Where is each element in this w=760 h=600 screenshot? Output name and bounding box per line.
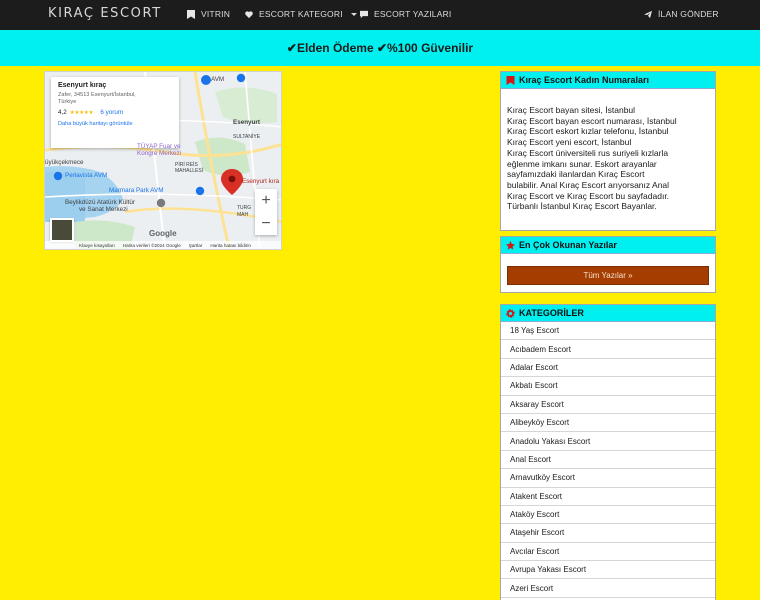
category-item[interactable]: Acıbadem Escort (501, 340, 715, 359)
map-label-pin: Esenyurt kıra (242, 178, 280, 185)
text-line: Kıraç Escort yeni escort, İstanbul (507, 137, 632, 148)
category-item[interactable]: 18 Yaş Escort (501, 322, 715, 341)
map-label-beylikduzu: Beylikdüzü Atatürk Kültür (65, 199, 136, 206)
category-item[interactable]: Aksaray Escort (501, 396, 715, 414)
widget-header: KATEGORİLER (501, 305, 715, 322)
place-info-card: Esenyurt kıraç Zafer, 34513 Esenyurt/İst… (51, 77, 179, 148)
widget-body: Kıraç Escort bayan sitesi, İstanbul Kıra… (501, 89, 715, 212)
map-label-tuyap: TÜYAP Fuar ve (137, 143, 181, 150)
rating-value: 4,2 (58, 109, 67, 116)
nav-item-label: ESCORT KATEGORI (259, 9, 343, 19)
text-line: Kıraç Escort bayan escort numarası, İsta… (507, 115, 677, 126)
category-item[interactable]: Arnavutköy Escort (501, 469, 715, 488)
category-item[interactable]: Ataköy Escort (501, 506, 715, 525)
top-navbar: KIRAÇ ESCORT VITRIN ESCORT KATEGORI ESCO… (0, 0, 760, 30)
place-address-line2: Türkiye (58, 99, 77, 105)
text-line: Kıraç Escort ve Kıraç Escort bu sayfadad… (507, 190, 670, 201)
map-label-buyukcekmece: üyükçekmece (45, 159, 84, 166)
widget-title: KATEGORİLER (519, 308, 584, 318)
map-label-avm: AVM (211, 76, 225, 83)
nav-item-label: ESCORT YAZILARI (374, 9, 452, 19)
widget-title: Kıraç Escort Kadın Numaraları (519, 75, 650, 85)
report-error-link[interactable]: Harita hatası bildirin (210, 243, 251, 248)
nav-item-escort-kategori[interactable]: ESCORT KATEGORI (244, 9, 357, 19)
categories-widget: KATEGORİLER 18 Yaş Escort Acıbadem Escor… (500, 304, 716, 600)
star-rating-icon: ★★★★★ (69, 109, 94, 116)
map-label-mahallesi: MAHALLESİ (175, 168, 204, 174)
star-icon (506, 240, 515, 250)
map-label-turg: TURG (237, 205, 252, 211)
category-item[interactable]: Alibeyköy Escort (501, 414, 715, 433)
text-line: eğlenme imkanı sunar. Eskort arayanlar (507, 158, 657, 169)
category-item[interactable]: Avrupa Yakası Escort (501, 561, 715, 580)
zoom-in-button[interactable]: + (261, 192, 270, 208)
heart-icon (244, 9, 253, 19)
map-attribution-bar: Klavye kısayolları Harita verileri ©2024… (45, 241, 281, 249)
category-item[interactable]: Azeri Escort (501, 579, 715, 598)
category-list: 18 Yaş Escort Acıbadem Escort Adalar Esc… (501, 322, 715, 598)
category-item[interactable]: Anadolu Yakası Escort (501, 432, 715, 451)
comment-icon (359, 9, 368, 19)
map-label-esenyurt: Esenyurt (233, 119, 260, 126)
bigger-map-link[interactable]: Daha büyük haritayı görüntüle (58, 121, 172, 127)
terms-link[interactable]: Şartlar (189, 243, 203, 248)
all-posts-button[interactable]: Tüm Yazılar » (507, 266, 709, 285)
widget-header: Kıraç Escort Kadın Numaraları (501, 72, 715, 89)
google-logo: Google (149, 229, 177, 238)
category-item[interactable]: Akbatı Escort (501, 377, 715, 396)
widget-header: En Çok Okunan Yazılar (501, 237, 715, 254)
street-view-thumbnail[interactable] (50, 218, 74, 242)
text-line: Türbanlı İstanbul Kıraç Escort Bayanlar. (507, 201, 657, 212)
numbers-widget: Kıraç Escort Kadın Numaraları Kıraç Esco… (500, 71, 716, 231)
place-rating-row: 4,2 ★★★★★ 6 yorum (58, 109, 172, 116)
nav-item-escort-yazilari[interactable]: ESCORT YAZILARI (359, 9, 451, 19)
map-label-marmara: Marmara Park AVM (109, 187, 164, 194)
map-label-kongre: Kongre Merkezi (137, 150, 182, 157)
category-item[interactable]: Anal Escort (501, 451, 715, 470)
category-item[interactable]: Ataşehir Escort (501, 524, 715, 543)
text-line: bulabilir. Anal Kıraç Escort arıyorsanız… (507, 179, 670, 190)
category-item[interactable]: Atakent Escort (501, 488, 715, 506)
popular-posts-widget: En Çok Okunan Yazılar Tüm Yazılar » (500, 236, 716, 293)
chevron-down-icon (350, 12, 357, 16)
category-item[interactable]: Adalar Escort (501, 359, 715, 378)
category-item[interactable]: Avcılar Escort (501, 543, 715, 562)
place-title: Esenyurt kıraç (58, 82, 107, 89)
map-label-perlavista: Perlavista AVM (65, 172, 108, 179)
nav-item-label: VITRIN (201, 9, 231, 19)
reviews-link[interactable]: 6 yorum (100, 109, 123, 116)
site-brand[interactable]: KIRAÇ ESCORT (48, 6, 162, 21)
keyboard-shortcuts-link[interactable]: Klavye kısayolları (79, 243, 115, 248)
trust-banner: ✔Elden Ödeme ✔%100 Güvenilir (0, 30, 760, 66)
text-line: Kıraç Escort bayan sitesi, İstanbul (507, 105, 636, 115)
bookmark-icon (506, 75, 515, 85)
paper-plane-icon (643, 9, 652, 19)
text-line: Kıraç Escort üniversiteli rus suriyeli k… (507, 147, 669, 158)
nav-item-vitrin[interactable]: VITRIN (186, 9, 230, 19)
place-address-line1: Zafer, 34513 Esenyurt/İstanbul, (58, 92, 136, 98)
widget-title: En Çok Okunan Yazılar (519, 240, 617, 250)
nav-item-ilan-gonder[interactable]: İLAN GÖNDER (643, 9, 719, 19)
bookmark-icon (186, 9, 195, 19)
map-label-sanat: ve Sanat Merkezi (79, 206, 128, 213)
zoom-controls: + − (255, 189, 277, 235)
zoom-out-button[interactable]: − (261, 215, 270, 231)
map-label-mah: MAH (237, 212, 249, 218)
text-line: Kıraç Escort eskort kızlar telefonu, İst… (507, 126, 669, 137)
text-line: sayfamızdaki ilanlardan Kıraç Escort (507, 169, 645, 180)
gear-icon (506, 308, 515, 318)
map-label-sultaniye: SULTANİYE (233, 134, 261, 140)
nav-item-label: İLAN GÖNDER (658, 9, 719, 19)
banner-text: ✔Elden Ödeme ✔%100 Güvenilir (286, 41, 474, 55)
map-data-text: Harita verileri ©2024 Google (122, 242, 181, 248)
google-map-embed[interactable]: Esenyurt kıraç Zafer, 34513 Esenyurt/İst… (44, 71, 282, 250)
